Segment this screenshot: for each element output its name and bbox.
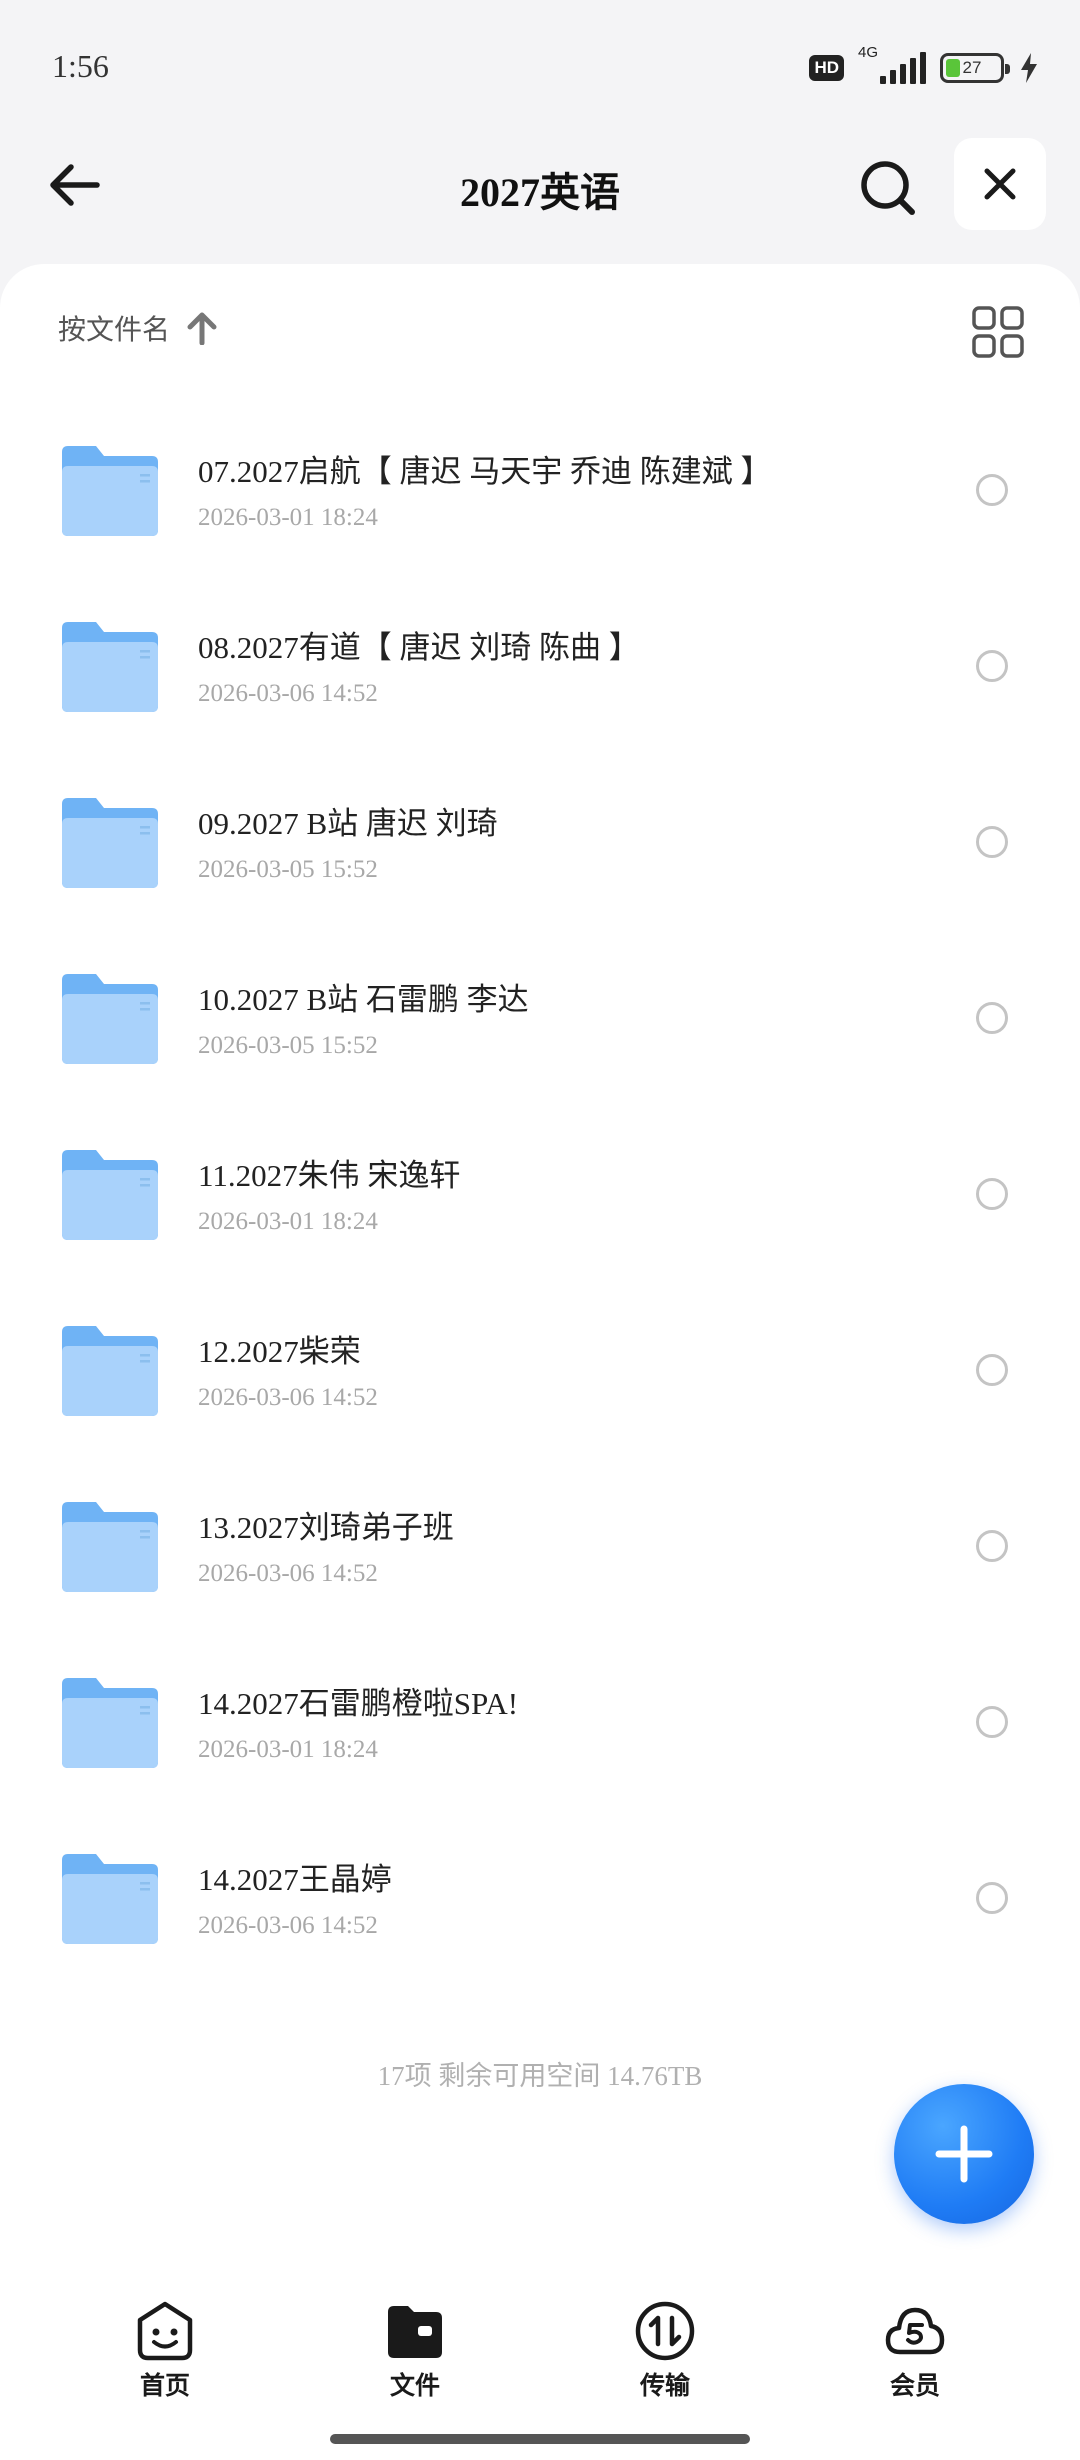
folder-icon <box>62 446 158 536</box>
file-row[interactable]: 07.2027启航【 唐迟 马天宇 乔迪 陈建斌 】 2026-03-01 18:… <box>0 410 1080 586</box>
nav-item-files[interactable]: 文件 <box>290 2290 540 2420</box>
nav-item-vip[interactable]: 会员 <box>790 2290 1040 2420</box>
select-checkbox[interactable] <box>976 474 1008 506</box>
nav-label-home: 首页 <box>139 2372 190 2400</box>
close-button[interactable] <box>954 138 1046 230</box>
folder-icon <box>62 974 158 1064</box>
select-checkbox[interactable] <box>976 1882 1008 1914</box>
folder-icon <box>62 1326 158 1416</box>
file-name: 08.2027有道【 唐迟 刘琦 陈曲 】 <box>198 630 640 665</box>
file-name: 07.2027启航【 唐迟 马天宇 乔迪 陈建斌 】 <box>198 454 772 489</box>
charging-bolt-icon <box>1021 53 1037 83</box>
file-date: 2026-03-06 14:52 <box>198 1384 378 1411</box>
file-name: 11.2027朱伟 宋逸轩 <box>198 1158 461 1193</box>
file-date: 2026-03-01 18:24 <box>198 1736 378 1763</box>
file-row[interactable]: 08.2027有道【 唐迟 刘琦 陈曲 】 2026-03-06 14:52 <box>0 586 1080 762</box>
folder-icon <box>388 2306 442 2358</box>
file-row[interactable]: 13.2027刘琦弟子班 2026-03-06 14:52 <box>0 1466 1080 1642</box>
folder-icon <box>62 1502 158 1592</box>
nav-item-home[interactable]: 首页 <box>40 2290 290 2420</box>
file-date: 2026-03-05 15:52 <box>198 1032 378 1059</box>
close-icon <box>984 168 1016 200</box>
file-name: 14.2027石雷鹏橙啦SPA! <box>198 1686 519 1721</box>
view-toggle-button[interactable] <box>970 304 1026 360</box>
file-date: 2026-03-01 18:24 <box>198 1208 378 1235</box>
network-type-label: 4G <box>858 44 879 61</box>
file-name: 13.2027刘琦弟子班 <box>198 1510 454 1545</box>
select-checkbox[interactable] <box>976 1002 1008 1034</box>
file-date: 2026-03-06 14:52 <box>198 1912 378 1939</box>
title-bar: 2027英语 <box>0 130 1080 240</box>
add-button[interactable] <box>894 2084 1034 2224</box>
folder-icon <box>62 1150 158 1240</box>
cellular-signal-icon: 4G <box>858 44 926 88</box>
file-date: 2026-03-01 18:24 <box>198 504 378 531</box>
folder-icon <box>62 1854 158 1944</box>
select-checkbox[interactable] <box>976 1706 1008 1738</box>
bottom-nav: 首页 文件 传输 会员 <box>0 2290 1080 2420</box>
file-name: 10.2027 B站 石雷鹏 李达 <box>198 982 529 1017</box>
status-bar: 1:56 HD 4G 27 <box>0 0 1080 130</box>
file-row[interactable]: 14.2027石雷鹏橙啦SPA! 2026-03-01 18:24 <box>0 1642 1080 1818</box>
search-icon <box>861 161 915 215</box>
folder-icon <box>62 798 158 888</box>
file-row[interactable]: 12.2027柴荣 2026-03-06 14:52 <box>0 1290 1080 1466</box>
select-checkbox[interactable] <box>976 826 1008 858</box>
file-date: 2026-03-06 14:52 <box>198 680 378 707</box>
nav-item-transfer[interactable]: 传输 <box>540 2290 790 2420</box>
status-icons: HD 4G 27 <box>809 44 1040 88</box>
file-list: 07.2027启航【 唐迟 马天宇 乔迪 陈建斌 】 2026-03-01 18:… <box>0 410 1080 1994</box>
file-row[interactable]: 11.2027朱伟 宋逸轩 2026-03-01 18:24 <box>0 1114 1080 1290</box>
storage-summary: 17项 剩余可用空间 14.76TB <box>377 2061 703 2091</box>
sort-button[interactable]: 按文件名 <box>58 302 218 354</box>
vip-cloud-icon <box>885 2307 945 2355</box>
file-name: 09.2027 B站 唐迟 刘琦 <box>198 806 498 841</box>
plus-icon <box>935 2125 993 2183</box>
select-checkbox[interactable] <box>976 1354 1008 1386</box>
grid-view-icon <box>972 306 1024 358</box>
select-checkbox[interactable] <box>976 1178 1008 1210</box>
arrow-up-icon <box>187 312 217 345</box>
battery-icon: 27 <box>940 53 1010 83</box>
status-time: 1:56 <box>52 48 109 84</box>
folder-icon <box>62 622 158 712</box>
file-name: 14.2027王晶婷 <box>198 1862 392 1897</box>
nav-label-transfer: 传输 <box>639 2372 690 2400</box>
file-row[interactable]: 09.2027 B站 唐迟 刘琦 2026-03-05 15:52 <box>0 762 1080 938</box>
folder-icon <box>62 1678 158 1768</box>
file-row[interactable]: 10.2027 B站 石雷鹏 李达 2026-03-05 15:52 <box>0 938 1080 1114</box>
file-date: 2026-03-06 14:52 <box>198 1560 378 1587</box>
file-row[interactable]: 14.2027王晶婷 2026-03-06 14:52 <box>0 1818 1080 1994</box>
file-date: 2026-03-05 15:52 <box>198 856 378 883</box>
file-name: 12.2027柴荣 <box>198 1334 361 1369</box>
select-checkbox[interactable] <box>976 650 1008 682</box>
hd-badge: HD <box>809 55 844 81</box>
sort-label: 按文件名 <box>58 314 171 345</box>
home-face-icon <box>137 2301 193 2361</box>
transfer-icon <box>635 2301 695 2361</box>
search-button[interactable] <box>850 150 926 226</box>
select-checkbox[interactable] <box>976 1530 1008 1562</box>
battery-text: 27 <box>962 58 982 77</box>
home-indicator[interactable] <box>330 2434 750 2444</box>
nav-label-files: 文件 <box>389 2372 440 2400</box>
nav-label-vip: 会员 <box>889 2372 940 2400</box>
screen: 1:56 HD 4G 27 2027英语 按文件名 07.2027启航【 唐迟 … <box>0 0 1080 2460</box>
